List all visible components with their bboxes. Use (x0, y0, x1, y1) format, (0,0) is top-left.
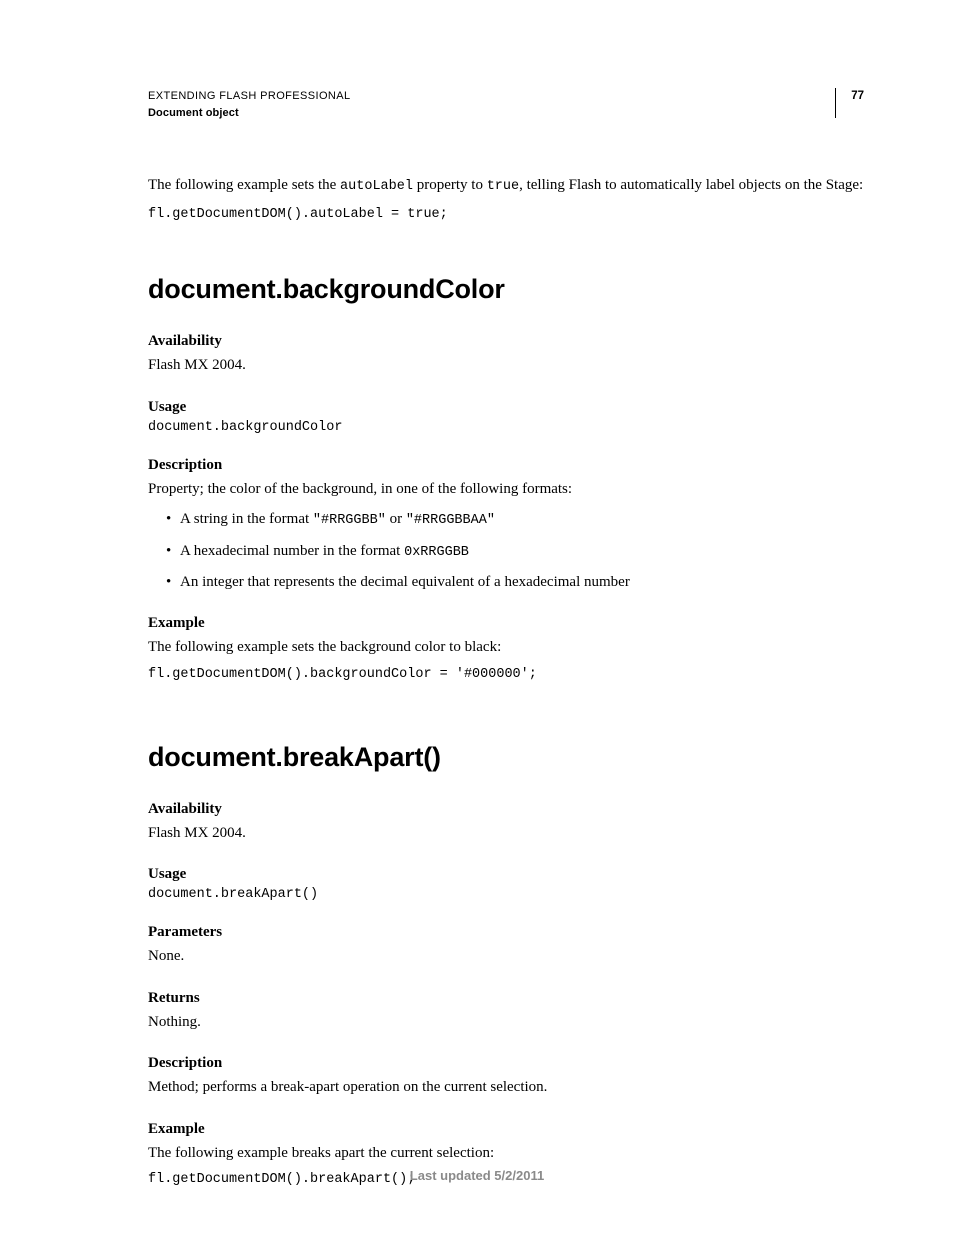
availability-label: Availability (148, 801, 864, 818)
intro-paragraph: The following example sets the autoLabel… (148, 174, 864, 197)
list-item: An integer that represents the decimal e… (166, 571, 864, 594)
description-label: Description (148, 1055, 864, 1072)
code-autolabel: autoLabel (340, 179, 413, 194)
bullet-text: or (386, 511, 406, 527)
bullet-text: An integer that represents the decimal e… (180, 574, 630, 590)
intro-text-prefix: The following example sets the (148, 177, 340, 193)
code-true: true (487, 179, 519, 194)
description-body: Method; performs a break-apart operation… (148, 1076, 864, 1099)
intro-code-block: fl.getDocumentDOM().autoLabel = true; (148, 207, 864, 222)
bullet-code: 0xRRGGBB (404, 545, 469, 560)
book-title: EXTENDING FLASH PROFESSIONAL (148, 88, 351, 105)
bullet-code: "#RRGGBBAA" (406, 513, 495, 528)
usage-label: Usage (148, 866, 864, 883)
page-number: 77 (835, 88, 864, 118)
usage-code: document.backgroundColor (148, 420, 864, 435)
example-body: The following example sets the backgroun… (148, 636, 864, 659)
example-code: fl.getDocumentDOM().backgroundColor = '#… (148, 667, 864, 682)
availability-body: Flash MX 2004. (148, 354, 864, 377)
list-item: A hexadecimal number in the format 0xRRG… (166, 540, 864, 563)
example-body: The following example breaks apart the c… (148, 1142, 864, 1165)
description-label: Description (148, 457, 864, 474)
list-item: A string in the format "#RRGGBB" or "#RR… (166, 508, 864, 531)
example-label: Example (148, 1121, 864, 1138)
description-body: Property; the color of the background, i… (148, 478, 864, 501)
availability-label: Availability (148, 333, 864, 350)
intro-text-mid: property to (413, 177, 487, 193)
section-heading-breakapart: document.breakApart() (148, 742, 864, 773)
page-content: EXTENDING FLASH PROFESSIONAL Document ob… (0, 0, 954, 1187)
availability-body: Flash MX 2004. (148, 822, 864, 845)
returns-label: Returns (148, 990, 864, 1007)
intro-text-suffix: , telling Flash to automatically label o… (519, 177, 863, 193)
page-footer: Last updated 5/2/2011 (0, 1168, 954, 1183)
format-list: A string in the format "#RRGGBB" or "#RR… (148, 508, 864, 593)
parameters-body: None. (148, 945, 864, 968)
usage-code: document.breakApart() (148, 887, 864, 902)
usage-label: Usage (148, 399, 864, 416)
example-label: Example (148, 615, 864, 632)
running-header-left: EXTENDING FLASH PROFESSIONAL Document ob… (148, 88, 351, 122)
chapter-title: Document object (148, 105, 351, 122)
section-heading-backgroundcolor: document.backgroundColor (148, 274, 864, 305)
bullet-text: A string in the format (180, 511, 313, 527)
parameters-label: Parameters (148, 924, 864, 941)
bullet-code: "#RRGGBB" (313, 513, 386, 528)
bullet-text: A hexadecimal number in the format (180, 543, 404, 559)
running-header: EXTENDING FLASH PROFESSIONAL Document ob… (148, 88, 864, 122)
returns-body: Nothing. (148, 1011, 864, 1034)
